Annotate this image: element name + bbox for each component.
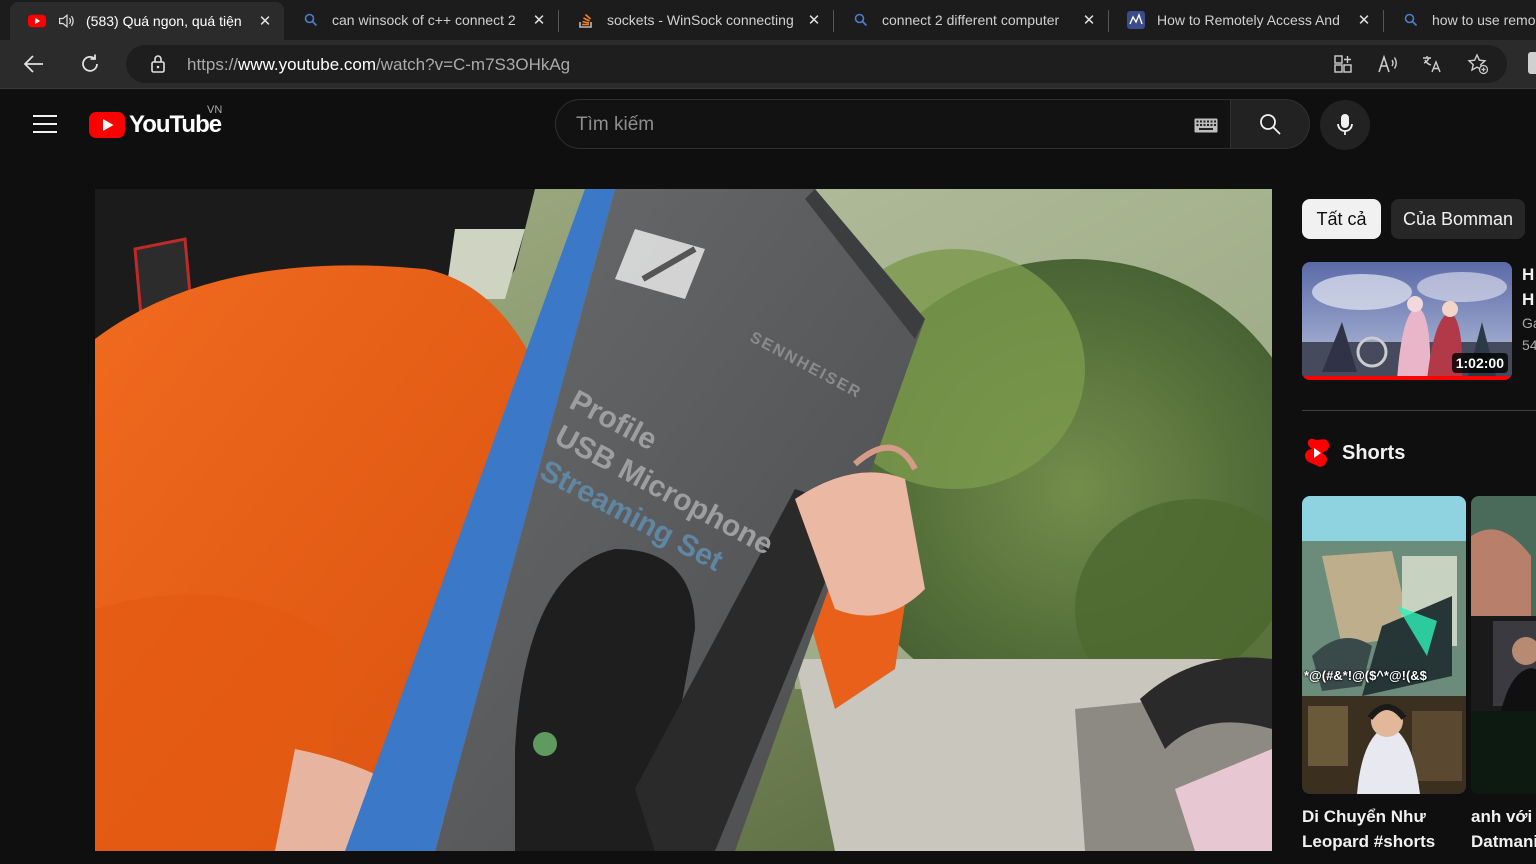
tab-title: can winsock of c++ connect 2 bbox=[332, 12, 516, 28]
extension-icon[interactable] bbox=[1528, 52, 1536, 74]
close-icon[interactable]: ✕ bbox=[803, 9, 825, 31]
apps-icon[interactable] bbox=[1331, 52, 1355, 76]
search-button[interactable] bbox=[1230, 99, 1310, 149]
reload-button[interactable] bbox=[74, 48, 106, 80]
back-button[interactable] bbox=[18, 48, 50, 80]
short-title: anh với Datmani bbox=[1471, 807, 1536, 851]
tab-title: connect 2 different computer bbox=[882, 12, 1060, 28]
short-thumbnail-image bbox=[1471, 496, 1536, 794]
tab-connect-search[interactable]: connect 2 different computer ✕ bbox=[834, 0, 1108, 40]
short-thumbnail bbox=[1471, 496, 1536, 794]
tab-youtube[interactable]: (583) Quá ngon, quá tiện ✕ bbox=[10, 2, 284, 40]
chip-from-channel[interactable]: Của Bomman bbox=[1391, 199, 1525, 239]
keyboard-icon[interactable] bbox=[1194, 118, 1218, 133]
microphone-icon bbox=[1337, 114, 1353, 135]
recommended-channel: Ga bbox=[1522, 315, 1536, 331]
search-input[interactable]: Tìm kiếm bbox=[555, 99, 1231, 149]
browser-tab-strip: (583) Quá ngon, quá tiện ✕ can winsock o… bbox=[0, 0, 1536, 40]
watched-progress-bar bbox=[1302, 376, 1512, 380]
refresh-icon bbox=[82, 54, 98, 72]
region-code: VN bbox=[207, 104, 223, 116]
menu-icon[interactable] bbox=[26, 107, 64, 141]
recommended-views: 54 bbox=[1522, 337, 1536, 353]
short-thumbnail-image bbox=[1302, 496, 1466, 794]
lock-icon[interactable] bbox=[146, 52, 170, 76]
arrow-left-icon bbox=[23, 55, 43, 73]
search-icon bbox=[302, 11, 320, 29]
close-icon[interactable]: ✕ bbox=[528, 9, 550, 31]
address-bar[interactable]: https://www.youtube.com/watch?v=C-m7S3OH… bbox=[126, 45, 1507, 83]
youtube-masthead: YouTube VN Tìm kiếm bbox=[0, 89, 1536, 159]
search-icon bbox=[852, 11, 870, 29]
search-icon bbox=[1260, 114, 1281, 135]
video-player[interactable]: SENNHEISER Profile USB Microphone Stream… bbox=[95, 189, 1272, 851]
shorts-icon bbox=[1305, 438, 1330, 467]
favorites-add-icon[interactable] bbox=[1466, 52, 1490, 76]
tab-remote-access[interactable]: How to Remotely Access And ✕ bbox=[1109, 0, 1383, 40]
chip-all[interactable]: Tất cả bbox=[1302, 199, 1381, 239]
search-placeholder: Tìm kiếm bbox=[576, 114, 655, 135]
section-divider bbox=[1302, 410, 1536, 411]
tab-remote-search[interactable]: how to use remo bbox=[1384, 0, 1536, 40]
short-card[interactable]: anh với Datmani bbox=[1471, 496, 1536, 854]
short-thumbnail: *@(#&*!@($^*@!(&$ bbox=[1302, 496, 1466, 794]
short-overlay-text: *@(#&*!@($^*@!(&$ bbox=[1304, 668, 1427, 683]
url-text: https://www.youtube.com/watch?v=C-m7S3OH… bbox=[187, 55, 571, 74]
stackoverflow-icon bbox=[577, 11, 595, 29]
recommended-title-line: H bbox=[1522, 265, 1535, 284]
tab-title: How to Remotely Access And bbox=[1157, 12, 1340, 28]
shorts-header: Shorts bbox=[1304, 438, 1405, 468]
short-card[interactable]: *@(#&*!@($^*@!(&$ Di Chuyển Như Leopard … bbox=[1302, 496, 1466, 854]
close-icon[interactable]: ✕ bbox=[1353, 9, 1375, 31]
browser-toolbar: https://www.youtube.com/watch?v=C-m7S3OH… bbox=[0, 40, 1536, 88]
shorts-title: Shorts bbox=[1342, 441, 1406, 464]
youtube-logo[interactable]: YouTube bbox=[89, 109, 222, 141]
close-icon[interactable]: ✕ bbox=[1078, 9, 1100, 31]
tab-title: (583) Quá ngon, quá tiện bbox=[86, 13, 242, 29]
translate-icon[interactable] bbox=[1420, 52, 1444, 76]
youtube-logo-icon bbox=[89, 112, 125, 138]
close-icon[interactable]: ✕ bbox=[254, 10, 276, 32]
youtube-icon bbox=[28, 12, 46, 30]
read-aloud-icon[interactable] bbox=[1376, 52, 1400, 76]
tab-title: how to use remo bbox=[1432, 12, 1536, 28]
search-icon bbox=[1402, 11, 1420, 29]
video-duration: 1:02:00 bbox=[1451, 353, 1508, 373]
tab-winsock-search[interactable]: can winsock of c++ connect 2 ✕ bbox=[284, 0, 558, 40]
short-title: Di Chuyển Như Leopard #shorts bbox=[1302, 807, 1436, 851]
tab-stackoverflow[interactable]: sockets - WinSock connecting ✕ bbox=[559, 0, 833, 40]
tab-title: sockets - WinSock connecting bbox=[607, 12, 794, 28]
recommended-video-thumbnail[interactable]: 1:02:00 bbox=[1302, 262, 1512, 380]
speaker-icon[interactable] bbox=[58, 12, 76, 30]
recommended-title-line: H bbox=[1522, 290, 1535, 309]
site-icon bbox=[1127, 11, 1145, 29]
recommended-video-meta[interactable]: H H Ga 54 bbox=[1522, 262, 1536, 356]
voice-search-button[interactable] bbox=[1320, 100, 1370, 150]
